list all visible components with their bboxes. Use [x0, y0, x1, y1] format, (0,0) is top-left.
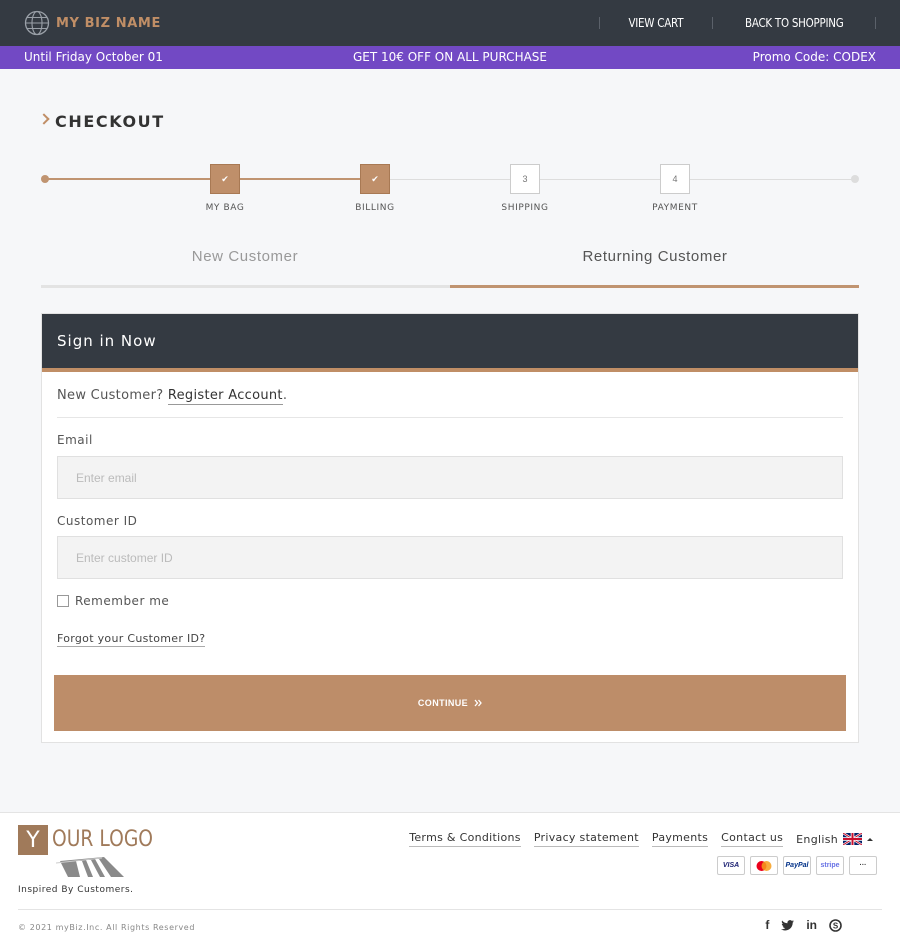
- footer-tagline: Inspired By Customers.: [18, 885, 134, 895]
- nav-divider: [711, 17, 713, 29]
- customer-id-field[interactable]: [57, 536, 843, 579]
- email-field[interactable]: [57, 456, 843, 499]
- svg-text:S: S: [833, 921, 839, 930]
- step-billing[interactable]: ✔: [360, 164, 390, 194]
- logo-letter: Y: [18, 825, 48, 855]
- terms-link[interactable]: Terms & Conditions: [409, 831, 521, 847]
- signin-panel: Sign in Now New Customer? Register Accou…: [41, 313, 859, 743]
- facebook-icon[interactable]: f: [765, 918, 769, 932]
- forgot-customer-id-link[interactable]: Forgot your Customer ID?: [57, 632, 206, 647]
- stepper-end-dot: [851, 175, 859, 183]
- tab-underline-inactive: [41, 285, 450, 288]
- register-prompt: New Customer? Register Account.: [57, 388, 288, 405]
- remember-me-checkbox[interactable]: [57, 595, 69, 607]
- more-payments-icon: ···: [849, 856, 877, 875]
- paypal-icon: PayPal: [783, 856, 811, 875]
- panel-header-accent: [42, 368, 858, 372]
- top-navbar: MY BIZ NAME VIEW CART BACK TO SHOPPING: [0, 0, 900, 46]
- double-chevron-right-icon: [474, 699, 482, 707]
- tab-underline-active: [450, 285, 859, 288]
- brand-name: MY BIZ NAME: [56, 15, 161, 31]
- step-my-bag[interactable]: ✔: [210, 164, 240, 194]
- divider: [57, 417, 843, 418]
- mastercard-icon: [750, 856, 778, 875]
- email-label: Email: [57, 433, 93, 447]
- step-label-payment: PAYMENT: [652, 203, 698, 213]
- contact-link[interactable]: Contact us: [721, 831, 784, 847]
- twitter-icon[interactable]: [781, 919, 795, 931]
- header-nav: VIEW CART BACK TO SHOPPING: [598, 0, 876, 46]
- continue-button[interactable]: CONTINUE: [54, 675, 846, 731]
- uk-flag-icon: [843, 833, 862, 845]
- panel-title: Sign in Now: [57, 332, 157, 350]
- step-payment[interactable]: 4: [660, 164, 690, 194]
- skype-icon[interactable]: S: [829, 918, 842, 932]
- promo-bar: Until Friday October 01 GET 10€ OFF ON A…: [0, 46, 900, 69]
- remember-me[interactable]: Remember me: [57, 594, 169, 608]
- continue-label: CONTINUE: [417, 698, 469, 708]
- nav-divider: [598, 17, 600, 29]
- road-graphic-icon: [56, 857, 124, 877]
- stepper-track: [375, 179, 855, 180]
- brand[interactable]: MY BIZ NAME: [24, 10, 161, 36]
- stripe-icon: stripe: [816, 856, 844, 875]
- step-label-shipping: SHIPPING: [501, 203, 549, 213]
- promo-code: Promo Code: CODEX: [752, 50, 876, 64]
- tab-new-customer[interactable]: New Customer: [41, 248, 449, 265]
- step-label-my-bag: MY BAG: [205, 203, 245, 213]
- chevron-right-icon: [38, 113, 50, 125]
- customer-id-label: Customer ID: [57, 514, 138, 528]
- payments-link[interactable]: Payments: [651, 831, 709, 847]
- remember-me-label: Remember me: [75, 594, 170, 608]
- register-prefix: New Customer?: [57, 388, 164, 403]
- language-selector[interactable]: English: [796, 833, 873, 846]
- footer-links: Terms & Conditions Privacy statement Pay…: [409, 831, 873, 847]
- globe-icon: [24, 10, 50, 36]
- page-title: CHECKOUT: [55, 112, 165, 131]
- caret-up-icon: [867, 837, 873, 841]
- language-label: English: [796, 832, 838, 846]
- stepper-start-dot: [41, 175, 49, 183]
- register-suffix: .: [282, 388, 288, 403]
- nav-divider: [875, 17, 876, 29]
- visa-icon: VISA: [717, 856, 745, 875]
- panel-header: Sign in Now: [42, 314, 858, 368]
- step-shipping[interactable]: 3: [510, 164, 540, 194]
- register-account-link[interactable]: Register Account: [167, 388, 283, 405]
- copyright: © 2021 myBiz.Inc. All Rights Reserved: [18, 923, 196, 932]
- copyright-divider: [18, 909, 882, 910]
- privacy-link[interactable]: Privacy statement: [533, 831, 639, 847]
- logo-text: OUR LOGO: [52, 827, 154, 852]
- social-links: f in S: [765, 918, 842, 932]
- payment-methods: VISA PayPal stripe ···: [717, 856, 877, 875]
- step-label-billing: BILLING: [355, 203, 395, 213]
- view-cart-link[interactable]: VIEW CART: [608, 16, 704, 30]
- tab-returning-customer[interactable]: Returning Customer: [451, 248, 859, 265]
- back-to-shopping-link[interactable]: BACK TO SHOPPING: [724, 16, 864, 30]
- linkedin-icon[interactable]: in: [806, 918, 817, 932]
